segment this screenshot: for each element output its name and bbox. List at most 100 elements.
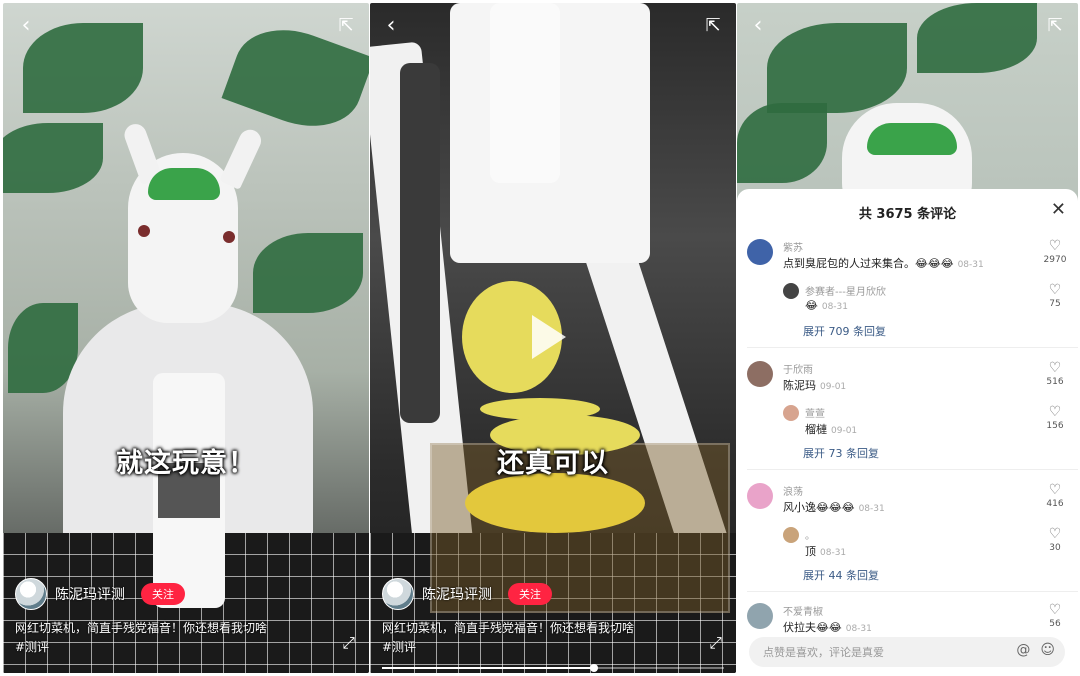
commenter-name[interactable]: 不爱青椒 [783,603,823,618]
author-avatar[interactable] [382,578,414,610]
expand-replies-link[interactable]: 展开 709 条回复 [803,323,886,339]
video-progress-bar[interactable] [382,664,724,672]
pusher [490,3,560,183]
divider [747,347,1078,348]
reply-name[interactable]: 萱萱 [805,405,825,420]
like-count: 75 [1049,299,1061,309]
green-tuft [148,168,220,200]
emoji-icon[interactable]: ☺ [1040,642,1055,658]
close-icon[interactable]: ✕ [1051,199,1066,220]
comment-text: 伏拉夫😂😂 08-31 [783,619,872,635]
comment-date: 08-31 [957,260,984,270]
progress-fill [382,667,595,669]
comment-date: 09-01 [820,382,847,392]
reply-name[interactable]: 。 [805,527,815,542]
leaf-decoration [767,23,907,113]
commenter-avatar[interactable] [747,603,773,629]
video-panel-2[interactable]: ‹ ⇱ 还真可以 陈泥玛评测 关注 网红切菜机，简直手残党福音！你还想看我切啥 … [370,3,736,673]
like-button[interactable]: ♡ 30 [1041,527,1069,553]
reply-avatar[interactable] [783,527,799,543]
like-count: 156 [1046,421,1064,431]
commenter-avatar[interactable] [747,361,773,387]
description-text: 网红切菜机，简直手残党福音！你还想看我切啥 [15,621,268,635]
reply-text: 顶 08-31 [805,543,846,559]
reply-date: 08-31 [820,548,847,558]
back-arrow-icon[interactable]: ‹ [745,13,771,39]
reply-body: 顶 [805,545,816,558]
reply-date: 08-31 [821,302,849,312]
commenter-avatar[interactable] [747,483,773,509]
comment-body: 伏拉夫😂😂 [783,621,842,634]
comment-input[interactable]: 点赞是喜欢，评论是真爱 @ ☺ [749,637,1065,667]
video-panel-1[interactable]: ‹ ⇱ 就这玩意！ 陈泥玛评测 关注 网红切菜机，简直手残党福音！你还想看我切啥… [3,3,369,673]
divider [747,469,1078,470]
divider [747,591,1078,592]
follow-button[interactable]: 关注 [508,583,552,605]
video-caption: 就这玩意！ [116,448,256,479]
like-button[interactable]: ♡ 75 [1041,283,1069,309]
like-button[interactable]: ♡ 2970 [1041,239,1069,265]
author-row: 陈泥玛评测 关注 [382,578,552,610]
progress-knob[interactable] [590,664,599,672]
at-icon[interactable]: @ [1016,642,1030,658]
comment-item: 于欣雨 陈泥玛 09-01 ♡ 516 萱萱 榴槤 09-01 ♡ 156 展开 73 … [747,361,1069,461]
like-button[interactable]: ♡ 156 [1041,405,1069,431]
share-icon[interactable]: ⇱ [1042,13,1068,39]
comment-date: 08-31 [858,504,885,514]
video-description: 网红切菜机，简直手残党福音！你还想看我切啥 #测评 [382,619,702,657]
hashtag[interactable]: #测评 [382,638,702,657]
commenter-name[interactable]: 于欣雨 [783,361,813,376]
share-icon[interactable]: ⇱ [700,13,726,39]
like-button[interactable]: ♡ 516 [1041,361,1069,387]
author-name[interactable]: 陈泥玛评测 [55,584,125,604]
commenter-avatar[interactable] [747,239,773,265]
back-arrow-icon[interactable]: ‹ [378,13,404,39]
video-caption: 还真可以 [497,448,609,479]
back-arrow-icon[interactable]: ‹ [13,13,39,39]
fullscreen-icon[interactable]: ⤢ [342,633,355,653]
follow-button[interactable]: 关注 [141,583,185,605]
comment-text: 点到臭屁包的人过来集合。😂😂😂 08-31 [783,255,984,271]
comment-count-title: 共 3675 条评论 [858,207,957,222]
reply-name[interactable]: 参赛者---星月欣欣 [805,283,886,298]
expand-replies-link[interactable]: 展开 44 条回复 [803,567,879,583]
commenter-name[interactable]: 浪荡 [783,483,803,498]
commenter-name[interactable]: 紫苏 [783,239,803,254]
input-actions: @ ☺ [1016,642,1055,658]
like-button[interactable]: ♡ 56 [1041,603,1069,629]
expand-replies-link[interactable]: 展开 73 条回复 [803,445,879,461]
author-avatar[interactable] [15,578,47,610]
leaf-decoration [3,123,103,193]
comment-body: 点到臭屁包的人过来集合。😂😂😂 [783,257,954,270]
leaf-decoration [23,23,143,113]
reply-date: 09-01 [831,426,858,436]
comment-body: 陈泥玛 [783,379,816,392]
like-count: 416 [1046,499,1064,509]
author-name[interactable]: 陈泥玛评测 [422,584,492,604]
share-icon[interactable]: ⇱ [333,13,359,39]
llama-eye [138,225,150,237]
like-count: 30 [1049,543,1061,553]
llama-ear [219,126,265,190]
play-icon[interactable] [532,315,566,359]
reply-avatar[interactable] [783,283,799,299]
leaf-decoration [253,233,363,313]
heart-icon: ♡ [1048,526,1062,542]
reply-text: 😂 08-31 [805,299,848,312]
green-tuft [867,123,957,155]
reply-avatar[interactable] [783,405,799,421]
llama-eye [223,231,235,243]
heart-icon: ♡ [1048,360,1062,376]
hashtag[interactable]: #测评 [15,638,335,657]
description-text: 网红切菜机，简直手残党福音！你还想看我切啥 [382,621,635,635]
comment-item: 浪荡 风小逸😂😂😂 08-31 ♡ 416 。 顶 08-31 ♡ 30 展开 44 条… [747,483,1069,583]
like-count: 2970 [1043,255,1067,265]
comment-sheet: 共 3675 条评论 ✕ 紫苏 点到臭屁包的人过来集合。😂😂😂 08-31 ♡ 29… [737,189,1078,673]
like-count: 56 [1049,619,1061,629]
leaf-decoration [737,103,827,183]
author-row: 陈泥玛评测 关注 [15,578,185,610]
comment-date: 08-31 [845,624,872,634]
comment-text: 陈泥玛 09-01 [783,377,846,393]
like-button[interactable]: ♡ 416 [1041,483,1069,509]
fullscreen-icon[interactable]: ⤢ [709,633,722,653]
